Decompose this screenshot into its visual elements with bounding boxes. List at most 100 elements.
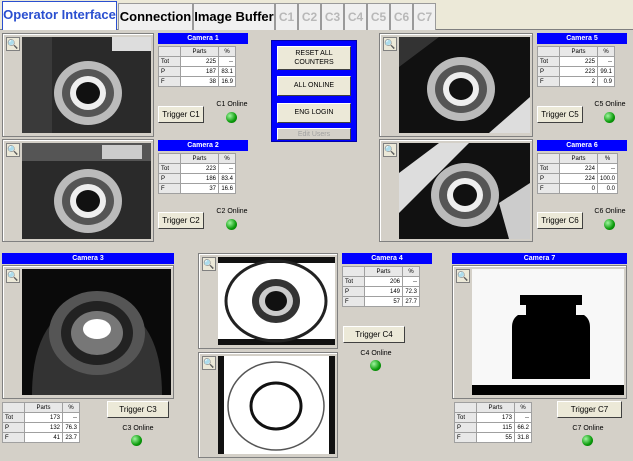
c2-tot-pct: --	[218, 163, 236, 174]
c2-p: 186	[180, 173, 219, 184]
row-p-label: P	[2, 422, 25, 433]
c3-status-led-icon	[131, 435, 142, 446]
c6-p-pct: 100.0	[596, 173, 619, 184]
trigger-c1-button[interactable]: Trigger C1	[158, 106, 204, 123]
row-f-label: F	[158, 183, 181, 194]
row-f-label: F	[2, 432, 25, 443]
col-pct: %	[514, 402, 532, 413]
c7-tot: 173	[476, 412, 515, 423]
c1-tot-pct: --	[218, 56, 236, 67]
c7-tot-pct: --	[514, 412, 532, 423]
reset-all-counters-button[interactable]: RESET ALL COUNTERS	[277, 46, 351, 70]
c5-f-pct: 0.9	[597, 76, 615, 87]
camera-7-image-panel: 🔍	[452, 265, 627, 399]
magnifier-icon[interactable]: 🔍	[383, 37, 397, 51]
camera-7-title: Camera 7	[452, 253, 627, 264]
c6-f-pct: 0.0	[596, 183, 619, 194]
camera-2-stats-table: Parts% Tot 223 -- P 186 83.4 F 37 16.6	[158, 153, 236, 194]
col-pct: %	[218, 46, 236, 57]
camera-4-image-panel-top: 🔍	[198, 253, 338, 349]
trigger-c5-button[interactable]: Trigger C5	[537, 106, 583, 123]
c2-f: 37	[180, 183, 219, 194]
c7-online-status: C7 Online	[572, 425, 604, 432]
magnifier-icon[interactable]: 🔍	[6, 269, 20, 283]
c3-f: 41	[24, 432, 63, 443]
tab-bar: Operator Interface Connection Image Buff…	[0, 0, 633, 30]
tab-connection[interactable]: Connection	[118, 3, 193, 30]
c4-f-pct: 27.7	[402, 296, 420, 307]
trigger-c7-button[interactable]: Trigger C7	[557, 401, 622, 418]
tab-c4[interactable]: C4	[344, 3, 367, 30]
all-online-button[interactable]: ALL ONLINE	[277, 76, 351, 96]
c3-p-pct: 76.3	[62, 422, 80, 433]
camera-3-image	[22, 269, 171, 395]
camera-6-image	[399, 143, 530, 239]
c1-f-pct: 16.9	[218, 76, 236, 87]
c6-f: 0	[559, 183, 598, 194]
magnifier-icon[interactable]: 🔍	[202, 257, 216, 271]
c6-p: 224	[559, 173, 598, 184]
tab-operator-interface[interactable]: Operator Interface	[2, 1, 117, 30]
c6-online-status: C6 Online	[594, 208, 626, 215]
col-pct: %	[62, 402, 80, 413]
c7-f-pct: 31.8	[514, 432, 532, 443]
col-parts: Parts	[24, 402, 63, 413]
row-p-label: P	[158, 173, 181, 184]
camera-6-stats-table: Parts% Tot 224 -- P 224 100.0 F 0 0.0	[537, 153, 619, 194]
camera-1-image	[22, 37, 151, 133]
c4-tot: 206	[364, 276, 403, 287]
col-parts: Parts	[559, 153, 598, 164]
eng-login-button[interactable]: ENG LOGIN	[277, 103, 351, 123]
c2-p-pct: 83.4	[218, 173, 236, 184]
row-f-label: F	[537, 183, 560, 194]
c2-tot: 223	[180, 163, 219, 174]
c1-f: 38	[180, 76, 219, 87]
camera-3-stats-table: Parts% Tot 173 -- P 132 76.3 F 41 23.7	[2, 402, 80, 443]
camera-7-stats-table: Parts% Tot 173 -- P 115 66.2 F 55 31.8	[454, 402, 532, 443]
tab-c2[interactable]: C2	[298, 3, 321, 30]
row-tot-label: Tot	[342, 276, 365, 287]
c6-status-led-icon	[604, 219, 615, 230]
camera-6-image-panel: 🔍	[379, 139, 533, 242]
c4-p-pct: 72.3	[402, 286, 420, 297]
tab-c5[interactable]: C5	[367, 3, 390, 30]
tab-c6[interactable]: C6	[390, 3, 413, 30]
c5-tot-pct: --	[597, 56, 615, 67]
row-p-label: P	[537, 66, 560, 77]
trigger-c4-button[interactable]: Trigger C4	[343, 326, 405, 343]
row-f-label: F	[158, 76, 181, 87]
camera-2-title: Camera 2	[158, 140, 248, 151]
c6-tot-pct: --	[596, 163, 619, 174]
c5-p-pct: 99.1	[597, 66, 615, 77]
magnifier-icon[interactable]: 🔍	[6, 37, 20, 51]
row-p-label: P	[158, 66, 181, 77]
magnifier-icon[interactable]: 🔍	[202, 356, 216, 370]
tab-c1[interactable]: C1	[275, 3, 298, 30]
row-p-label: P	[342, 286, 365, 297]
magnifier-icon[interactable]: 🔍	[6, 143, 20, 157]
col-parts: Parts	[364, 266, 403, 277]
camera-1-title: Camera 1	[158, 33, 248, 44]
magnifier-icon[interactable]: 🔍	[383, 143, 397, 157]
row-f-label: F	[342, 296, 365, 307]
c4-f: 57	[364, 296, 403, 307]
camera-6-title: Camera 6	[537, 140, 627, 151]
c3-p: 132	[24, 422, 63, 433]
row-tot-label: Tot	[158, 56, 181, 67]
tab-image-buffer[interactable]: Image Buffer	[193, 3, 275, 30]
col-parts: Parts	[476, 402, 515, 413]
tab-c3[interactable]: C3	[321, 3, 344, 30]
row-tot-label: Tot	[537, 56, 560, 67]
trigger-c6-button[interactable]: Trigger C6	[537, 212, 583, 229]
trigger-c2-button[interactable]: Trigger C2	[158, 212, 204, 229]
trigger-c3-button[interactable]: Trigger C3	[107, 401, 169, 418]
col-pct: %	[218, 153, 236, 164]
c3-tot: 173	[24, 412, 63, 423]
control-panel: RESET ALL COUNTERS ALL ONLINE ENG LOGIN …	[271, 40, 357, 142]
col-pct: %	[402, 266, 420, 277]
c7-f: 55	[476, 432, 515, 443]
c1-p-pct: 83.1	[218, 66, 236, 77]
camera-1-stats-table: Parts% Tot 225 -- P 187 83.1 F 38 16.9	[158, 46, 236, 87]
tab-c7[interactable]: C7	[413, 3, 436, 30]
magnifier-icon[interactable]: 🔍	[456, 269, 470, 283]
